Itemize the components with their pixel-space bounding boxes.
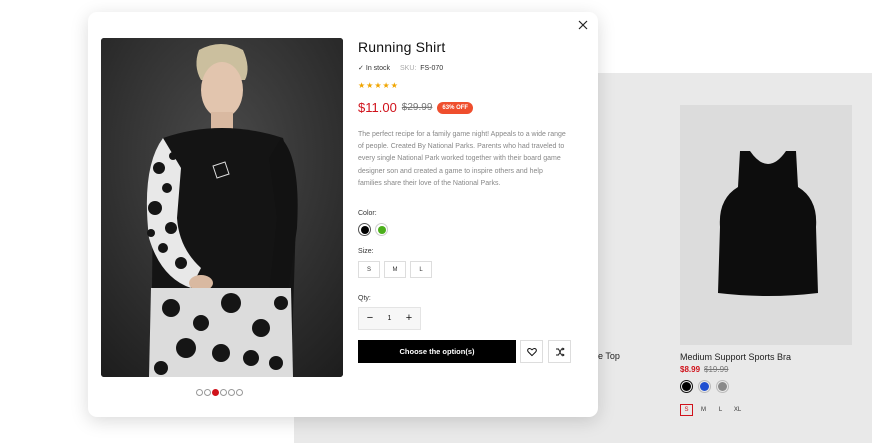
color-swatch[interactable] xyxy=(358,223,371,236)
gallery-dot[interactable] xyxy=(220,389,227,396)
shuffle-icon xyxy=(555,346,565,357)
gallery-pagination xyxy=(196,389,243,396)
decrease-quantity-button[interactable]: − xyxy=(365,313,375,324)
background-color-swatch-fill xyxy=(682,382,691,391)
original-price: $29.99 xyxy=(401,102,433,113)
background-color-swatch[interactable] xyxy=(680,380,693,393)
gallery-dot[interactable] xyxy=(204,389,211,396)
gallery-dot[interactable] xyxy=(228,389,235,396)
background-price-new: $8.99 xyxy=(680,365,701,374)
background-product-title-2[interactable]: Medium Support Sports Bra xyxy=(680,352,791,362)
color-options xyxy=(358,223,388,236)
gallery-dot[interactable] xyxy=(196,389,203,396)
color-label: Color: xyxy=(358,210,377,217)
product-image[interactable] xyxy=(101,38,343,377)
quick-view-modal: Running Shirt ✓ In stock SKU: FS-070 ★★★★… xyxy=(88,12,598,417)
background-product-image-2[interactable] xyxy=(680,105,852,345)
size-options: SML xyxy=(358,261,432,278)
color-swatch-fill xyxy=(360,225,369,234)
quantity-value[interactable]: 1 xyxy=(388,315,392,322)
increase-quantity-button[interactable]: + xyxy=(404,313,414,324)
stock-row: ✓ In stock SKU: FS-070 xyxy=(358,64,443,73)
gallery-dot[interactable] xyxy=(212,389,219,396)
background-size-option[interactable]: S xyxy=(680,404,693,416)
size-label: Size: xyxy=(358,248,374,255)
background-color-swatch[interactable] xyxy=(716,380,729,393)
sku: SKU: FS-070 xyxy=(400,65,443,72)
color-swatch[interactable] xyxy=(375,223,388,236)
background-product-price: $8.99 $19.99 xyxy=(680,365,729,374)
check-icon: ✓ xyxy=(358,65,364,72)
model-photo xyxy=(101,38,343,377)
heart-icon xyxy=(526,347,537,356)
background-size-option[interactable]: M xyxy=(697,404,710,416)
close-button[interactable] xyxy=(577,19,589,31)
choose-options-button[interactable]: Choose the option(s) xyxy=(358,340,516,363)
gallery-dot[interactable] xyxy=(236,389,243,396)
quantity-stepper: − 1 + xyxy=(358,307,421,330)
price-row: $11.00 $29.99 63% OFF xyxy=(358,100,474,115)
stock-status: ✓ In stock xyxy=(358,64,390,72)
qty-label: Qty: xyxy=(358,295,371,302)
background-color-swatch-fill xyxy=(700,382,709,391)
close-icon xyxy=(578,20,588,30)
background-product-title-1[interactable]: le Top xyxy=(596,351,620,361)
background-size-option[interactable]: L xyxy=(714,404,727,416)
compare-button[interactable] xyxy=(548,340,571,363)
tank-top-image xyxy=(718,151,818,296)
size-option[interactable]: L xyxy=(410,261,432,278)
background-color-swatches xyxy=(680,380,729,393)
color-swatch-fill xyxy=(377,225,386,234)
sku-label: SKU: xyxy=(400,64,417,72)
size-option[interactable]: M xyxy=(384,261,406,278)
background-size-options: S M L XL xyxy=(680,404,744,416)
current-price: $11.00 xyxy=(358,100,397,115)
discount-badge: 63% OFF xyxy=(437,101,474,114)
product-title: Running Shirt xyxy=(358,39,446,55)
wishlist-button[interactable] xyxy=(520,340,543,363)
product-description: The perfect recipe for a family game nig… xyxy=(358,131,566,187)
sku-value: FS-070 xyxy=(420,64,444,72)
stock-text: In stock xyxy=(365,65,390,72)
background-color-swatch[interactable] xyxy=(698,380,711,393)
star-rating: ★★★★★ xyxy=(358,81,399,90)
background-color-swatch-fill xyxy=(718,382,727,391)
background-price-old: $19.99 xyxy=(704,365,729,374)
size-option[interactable]: S xyxy=(358,261,380,278)
background-size-option[interactable]: XL xyxy=(731,404,744,416)
